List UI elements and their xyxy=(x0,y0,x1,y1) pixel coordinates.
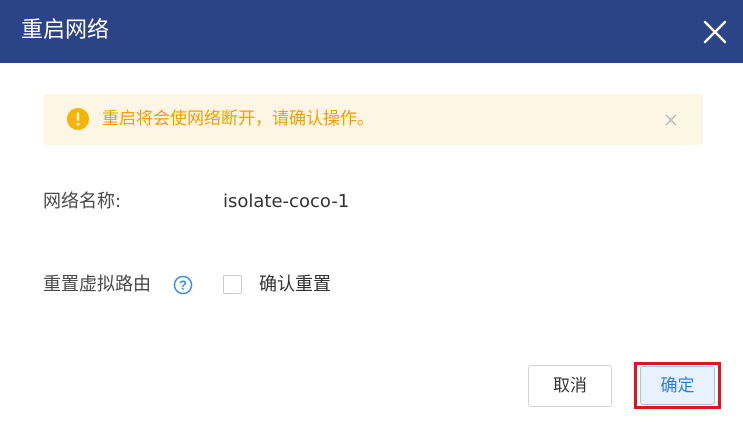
confirm-reset-checkbox[interactable] xyxy=(223,275,242,294)
warning-icon xyxy=(67,108,89,130)
close-icon xyxy=(703,20,727,44)
confirm-reset-label[interactable]: 确认重置 xyxy=(259,273,331,297)
cancel-button[interactable]: 取消 xyxy=(528,365,612,407)
dialog-close-button[interactable] xyxy=(701,18,729,46)
warning-alert: 重启将会使网络断开，请确认操作。 xyxy=(43,94,703,145)
reset-router-label: 重置虚拟路由 xyxy=(43,274,151,295)
dialog-header: 重启网络 xyxy=(0,0,743,63)
alert-message: 重启将会使网络断开，请确认操作。 xyxy=(102,109,374,129)
alert-close-button[interactable] xyxy=(663,112,679,128)
ok-button[interactable]: 确定 xyxy=(640,366,715,405)
network-name-value: isolate-coco-1 xyxy=(223,191,350,212)
help-icon: ? xyxy=(173,275,193,295)
close-icon xyxy=(665,114,677,126)
svg-text:?: ? xyxy=(179,278,187,293)
help-button[interactable]: ? xyxy=(173,275,193,295)
restart-network-dialog: 重启网络 重启将会使网络断开，请确认操作。 网络名称: isolate-coco… xyxy=(0,0,743,429)
network-name-label: 网络名称: xyxy=(43,191,122,212)
dialog-title: 重启网络 xyxy=(21,18,110,43)
